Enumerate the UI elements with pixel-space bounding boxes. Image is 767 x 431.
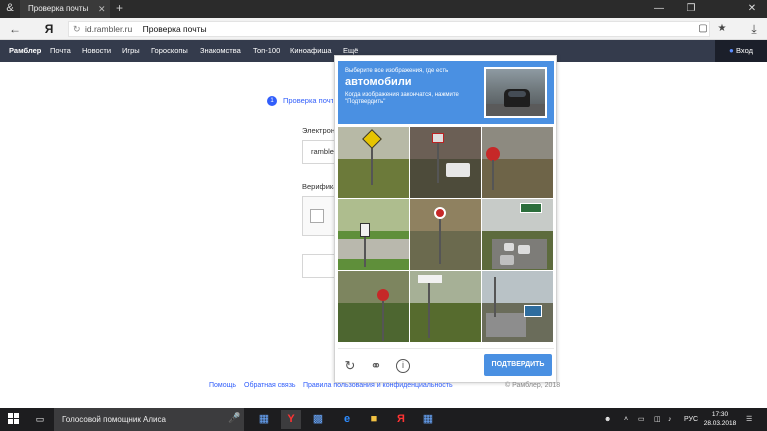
info-icon[interactable]: i xyxy=(396,359,410,373)
close-window-button[interactable]: ✕ xyxy=(737,0,767,18)
windows-start-icon[interactable] xyxy=(8,413,20,425)
captcha-tile-4[interactable] xyxy=(338,199,409,270)
tab-close-icon[interactable]: ✕ xyxy=(98,0,108,18)
captcha-tile-7[interactable] xyxy=(338,271,409,342)
star-icon[interactable]: ★ xyxy=(713,20,731,38)
app-icon-2[interactable]: ▩ xyxy=(308,410,328,429)
captcha-tile-6[interactable] xyxy=(482,199,553,270)
captcha-sample-image xyxy=(484,67,547,118)
captcha-header: Выберите все изображения, где есть автом… xyxy=(338,61,554,124)
captcha-note: Когда изображения закончатся, нажмите "П… xyxy=(345,92,459,105)
captcha-instruction: Выберите все изображения, где есть xyxy=(345,68,449,74)
battery-icon[interactable]: ▭ xyxy=(638,408,645,431)
volume-icon[interactable]: ♪ xyxy=(668,408,672,431)
headphones-icon[interactable]: ⚭ xyxy=(368,358,384,374)
captcha-tile-5[interactable] xyxy=(410,199,481,270)
browser-menu-icon[interactable]: & xyxy=(4,2,16,15)
minimize-button[interactable]: — xyxy=(644,0,674,18)
captcha-footer: ↻ ⚭ i ПОДТВЕРДИТЬ xyxy=(338,348,554,380)
nav-item-top100[interactable]: Топ-100 xyxy=(253,40,280,62)
browser-tab-title: Проверка почты xyxy=(28,4,89,13)
clock-date: 28.03.2018 xyxy=(703,420,737,427)
url-domain: id.rambler.ru xyxy=(85,24,133,34)
captcha-tile-3[interactable] xyxy=(482,127,553,198)
new-tab-button[interactable]: + xyxy=(116,0,128,18)
address-bar-row: ← Я ↻ id.rambler.ru Проверка почты ▢ ★ ⤓ xyxy=(0,18,767,40)
url-page-title: Проверка почты xyxy=(142,24,207,34)
yandex-logo-icon[interactable]: Я xyxy=(40,20,58,38)
captcha-image-grid xyxy=(338,127,554,343)
taskbar-search-text: Голосовой помощник Алиса xyxy=(62,415,166,424)
captcha-verify-button[interactable]: ПОДТВЕРДИТЬ xyxy=(484,354,552,376)
browser-tab[interactable]: Проверка почты xyxy=(20,0,110,18)
browser-tab-strip: & Проверка почты ✕ + — ❐ ✕ xyxy=(0,0,767,18)
nav-item-dating[interactable]: Знакомства xyxy=(200,40,241,62)
captcha-tile-8[interactable] xyxy=(410,271,481,342)
network-icon[interactable]: ◫ xyxy=(654,408,661,431)
user-icon: ● xyxy=(729,46,734,55)
step-number: 1 xyxy=(267,96,277,106)
taskbar: ▭ Голосовой помощник Алиса 🎤 ▦ Y ▩ e ■ Я… xyxy=(0,408,767,431)
nav-item-horoscopes[interactable]: Гороскопы xyxy=(151,40,188,62)
nav-item-rambler[interactable]: Рамблер xyxy=(9,40,41,62)
app-store-icon[interactable]: ▦ xyxy=(254,410,274,429)
notifications-icon[interactable]: ☰ xyxy=(746,408,752,431)
captcha-keyword: автомобили xyxy=(345,76,412,88)
language-indicator[interactable]: РУС xyxy=(684,408,698,431)
taskbar-search[interactable]: Голосовой помощник Алиса xyxy=(54,408,244,431)
footer-terms-link[interactable]: Правила пользования и конфиденциальность xyxy=(303,382,453,389)
yandex-icon[interactable]: Я xyxy=(391,410,411,429)
footer-feedback-link[interactable]: Обратная связь xyxy=(244,382,296,389)
footer-help-link[interactable]: Помощь xyxy=(209,382,236,389)
login-button[interactable]: ● Вход xyxy=(715,40,767,62)
footer-copyright: © Рамблер, 2018 xyxy=(505,382,561,389)
verify-label: Верификация xyxy=(302,182,334,191)
taskbar-clock[interactable]: 17:30 28.03.2018 xyxy=(702,410,738,428)
nav-item-news[interactable]: Новости xyxy=(82,40,111,62)
email-label: Электронная почта xyxy=(302,126,334,135)
step-label: Проверка почты xyxy=(283,96,333,105)
email-value: rambler xyxy=(311,147,337,156)
people-icon[interactable]: ☻ xyxy=(604,408,611,431)
captcha-tile-1[interactable] xyxy=(338,127,409,198)
recaptcha-checkbox[interactable] xyxy=(310,209,324,223)
task-view-icon[interactable]: ▭ xyxy=(30,410,50,429)
nav-item-mail[interactable]: Почта xyxy=(50,40,71,62)
edge-icon[interactable]: e xyxy=(337,410,357,429)
reload-icon[interactable]: ↻ xyxy=(342,358,358,374)
clock-time: 17:30 xyxy=(711,411,729,418)
tray-arrow-icon[interactable]: ˄ xyxy=(624,408,628,431)
yandex-browser-icon[interactable]: Y xyxy=(281,410,301,429)
nav-item-games[interactable]: Игры xyxy=(122,40,140,62)
bookmark-page-icon[interactable]: ▢ xyxy=(694,20,712,38)
back-arrow-icon[interactable]: ← xyxy=(6,20,24,38)
maximize-button[interactable]: ❐ xyxy=(676,0,706,18)
folder-icon[interactable]: ■ xyxy=(364,410,384,429)
nav-item-kinoafisha[interactable]: Кинoафиша xyxy=(290,40,332,62)
url-field[interactable]: ↻ id.rambler.ru Проверка почты xyxy=(68,21,710,37)
captcha-tile-9[interactable] xyxy=(482,271,553,342)
login-label: Вход xyxy=(735,46,753,55)
microphone-icon[interactable]: 🎤 xyxy=(228,412,240,426)
download-icon[interactable]: ⤓ xyxy=(745,20,763,38)
captcha-tile-2[interactable] xyxy=(410,127,481,198)
app-icon-3[interactable]: ▦ xyxy=(418,410,438,429)
reload-icon[interactable]: ↻ xyxy=(73,22,81,36)
captcha-dialog: Выберите все изображения, где есть автом… xyxy=(334,55,557,383)
